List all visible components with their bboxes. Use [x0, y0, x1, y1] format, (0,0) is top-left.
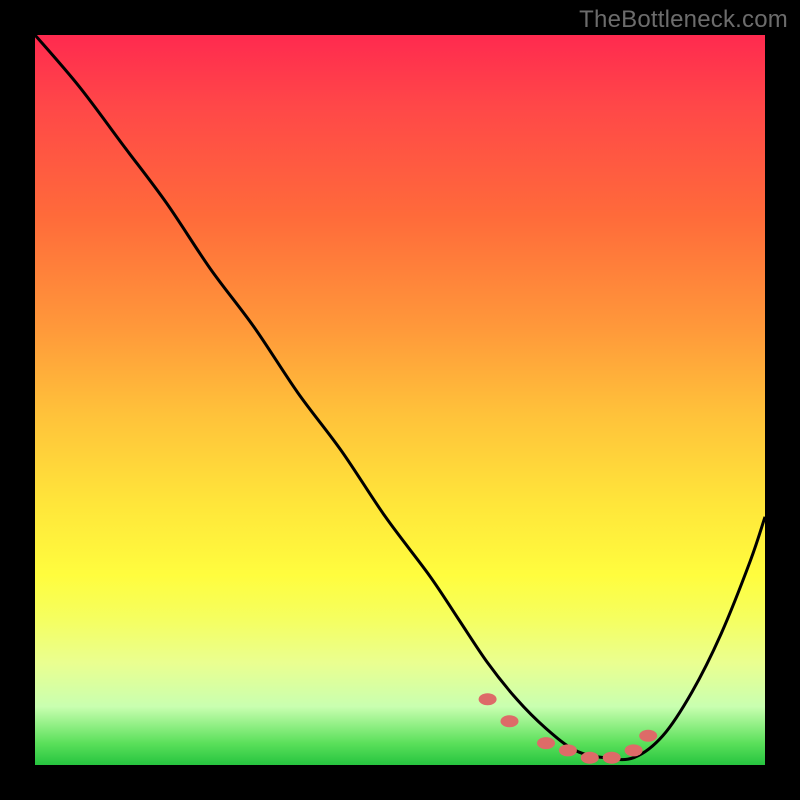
bottleneck-curve: [35, 35, 765, 760]
marker-dot: [479, 693, 497, 705]
marker-dot: [603, 752, 621, 764]
marker-dot: [501, 715, 519, 727]
marker-dot: [559, 744, 577, 756]
watermark-text: TheBottleneck.com: [579, 6, 788, 34]
plot-area: [35, 35, 765, 765]
curve-svg: [35, 35, 765, 765]
marker-dot: [581, 752, 599, 764]
marker-dot: [625, 744, 643, 756]
marker-dot: [639, 730, 657, 742]
minimum-markers: [479, 693, 658, 763]
chart-frame: TheBottleneck.com: [0, 0, 800, 800]
marker-dot: [537, 737, 555, 749]
